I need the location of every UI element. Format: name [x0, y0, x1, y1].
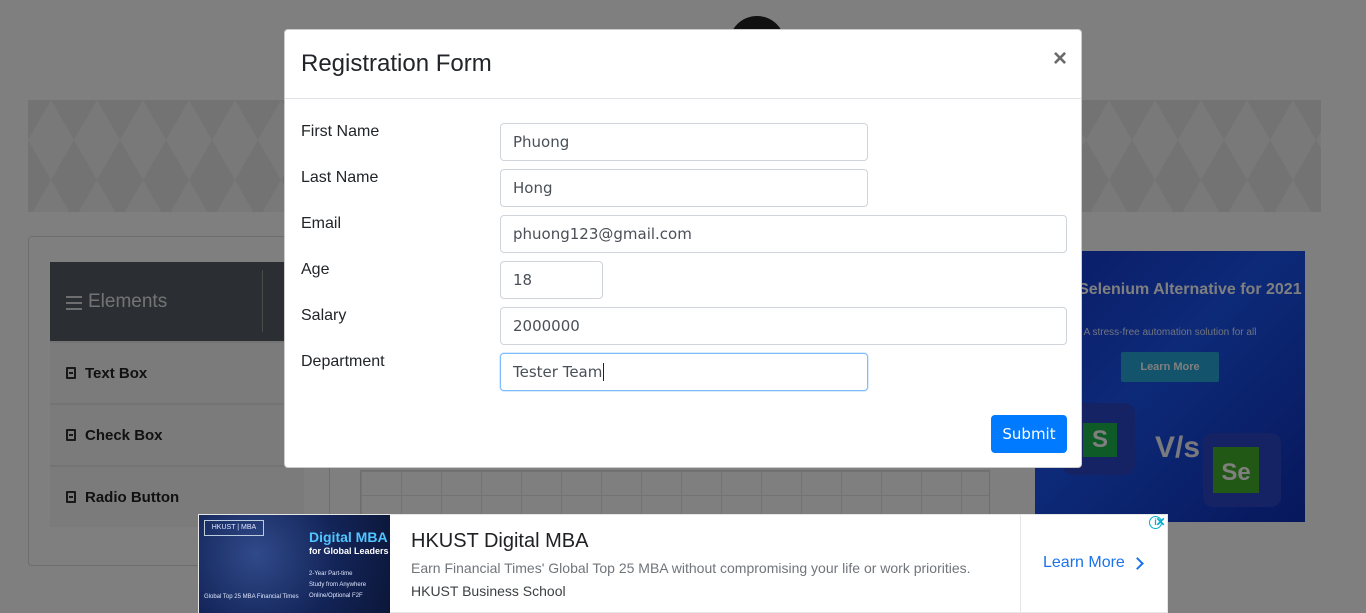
ad-divider	[1020, 515, 1021, 613]
age-row: Age 18	[301, 261, 1067, 299]
age-value: 18	[513, 271, 533, 289]
last-name-value: Hong	[513, 179, 553, 197]
close-button[interactable]: ×	[1053, 47, 1067, 71]
email-value: phuong123@gmail.com	[513, 225, 692, 243]
modal-title: Registration Form	[301, 50, 492, 77]
ad-image-bullet: Study from Anywhere	[309, 582, 367, 588]
chevron-right-icon	[1130, 556, 1144, 570]
ad-image-subtitle: for Global Leaders	[309, 546, 389, 556]
modal-header: Registration Form ×	[285, 30, 1081, 99]
department-input[interactable]: Tester Team	[500, 353, 868, 391]
ad-image-bullets: 2-Year Part-time Study from Anywhere Onl…	[309, 569, 389, 602]
department-row: Department Tester Team	[301, 353, 1067, 391]
ad-image-logo: HKUST | MBA	[204, 520, 264, 536]
last-name-label: Last Name	[301, 169, 379, 186]
department-label: Department	[301, 353, 385, 370]
age-label: Age	[301, 261, 330, 278]
last-name-input[interactable]: Hong	[500, 169, 868, 207]
email-row: Email phuong123@gmail.com	[301, 215, 1067, 253]
ad-image-footer: Global Top 25 MBA Financial Times	[204, 594, 299, 600]
ad-close-icon[interactable]: ✕	[1154, 516, 1167, 529]
age-input[interactable]: 18	[500, 261, 603, 299]
email-input[interactable]: phuong123@gmail.com	[500, 215, 1067, 253]
ad-image[interactable]: HKUST | MBA Digital MBA for Global Leade…	[199, 515, 390, 613]
salary-input[interactable]: 2000000	[500, 307, 1067, 345]
ad-image-title: Digital MBA	[309, 529, 388, 545]
first-name-label: First Name	[301, 123, 380, 140]
first-name-input[interactable]: Phuong	[500, 123, 868, 161]
registration-modal: Registration Form × First Name Phuong La…	[284, 29, 1082, 468]
salary-row: Salary 2000000	[301, 307, 1067, 345]
submit-button[interactable]: Submit	[991, 415, 1067, 453]
first-name-value: Phuong	[513, 133, 570, 151]
ad-image-bullet: 2-Year Part-time	[309, 571, 353, 577]
bottom-ad-banner[interactable]: HKUST | MBA Digital MBA for Global Leade…	[198, 514, 1168, 613]
first-name-row: First Name Phuong	[301, 123, 1067, 161]
ad-source: HKUST Business School	[411, 583, 566, 599]
email-label: Email	[301, 215, 342, 232]
ad-title[interactable]: HKUST Digital MBA	[411, 530, 588, 553]
ad-description: Earn Financial Times' Global Top 25 MBA …	[411, 560, 971, 576]
ad-image-bullet: Online/Optional F2F	[309, 593, 363, 599]
ad-learn-more-link[interactable]: Learn More	[1043, 554, 1144, 572]
department-value: Tester Team	[513, 363, 603, 381]
ad-learn-more-label: Learn More	[1043, 554, 1125, 571]
salary-label: Salary	[301, 307, 347, 324]
last-name-row: Last Name Hong	[301, 169, 1067, 207]
text-caret	[603, 363, 605, 381]
salary-value: 2000000	[513, 317, 580, 335]
